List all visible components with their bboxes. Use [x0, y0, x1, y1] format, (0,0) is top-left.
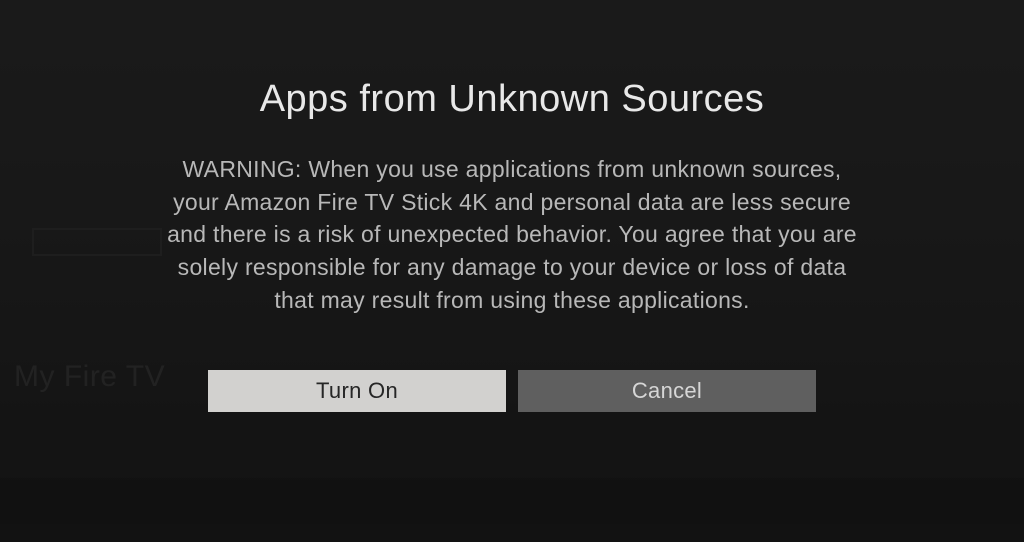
cancel-button[interactable]: Cancel	[518, 370, 816, 412]
confirmation-dialog: Apps from Unknown Sources WARNING: When …	[0, 0, 1024, 542]
turn-on-button[interactable]: Turn On	[208, 370, 506, 412]
dialog-title: Apps from Unknown Sources	[260, 78, 765, 121]
dialog-button-row: Turn On Cancel	[208, 370, 816, 412]
dialog-warning-text: WARNING: When you use applications from …	[162, 153, 862, 316]
